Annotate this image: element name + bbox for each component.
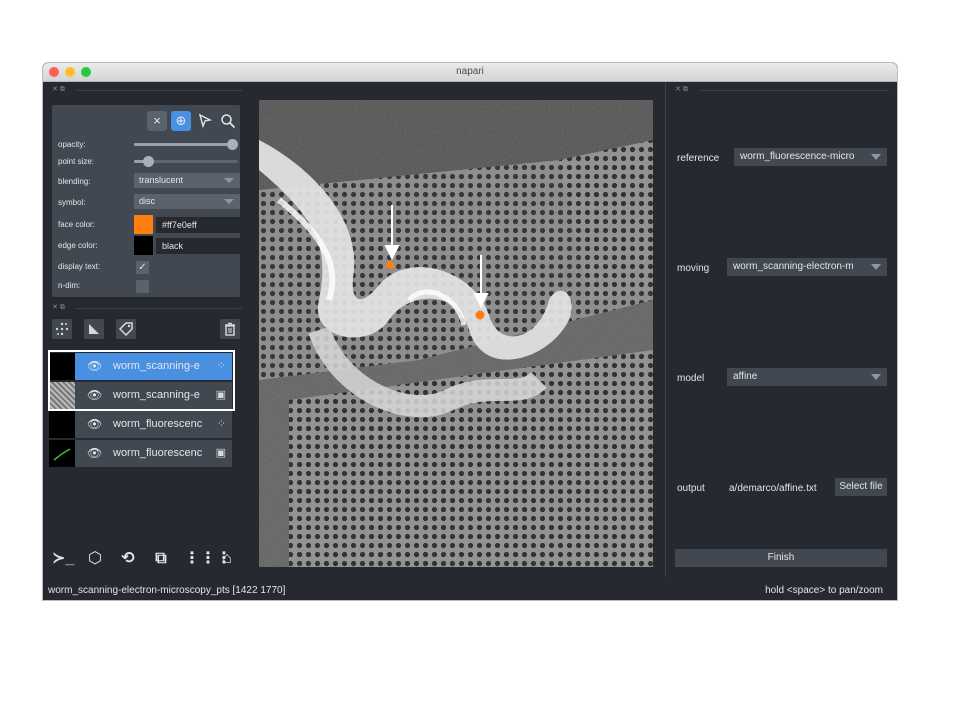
reference-value: worm_fluorescence-micro [740, 151, 855, 162]
blending-select[interactable]: translucent [134, 173, 240, 188]
layer-controls-dock-bar[interactable]: ✕ ⧉ [52, 85, 242, 95]
trash-icon [225, 322, 235, 336]
status-bar: worm_scanning-electron-microscopy_pts [1… [43, 582, 897, 600]
point-size-slider[interactable] [134, 156, 238, 167]
opacity-label: opacity: [58, 140, 86, 149]
point-size-label: point size: [58, 157, 95, 166]
symbol-select[interactable]: disc [134, 194, 240, 209]
select-points-icon[interactable] [195, 111, 215, 131]
home-button[interactable]: ⌂ [217, 549, 237, 569]
ndim-checkbox[interactable] [136, 280, 149, 293]
output-label: output [677, 483, 705, 494]
face-color-label: face color: [58, 220, 95, 229]
layer-row[interactable]: 👁 worm_fluorescenc ⁘ [49, 411, 232, 438]
zoom-pan-icon[interactable] [218, 111, 238, 131]
transpose-icon: ⧉ [155, 550, 167, 567]
new-shapes-layer-button[interactable] [84, 319, 104, 339]
layer-thumbnail [49, 411, 75, 438]
chevron-down-icon [224, 178, 234, 183]
reference-label: reference [677, 153, 720, 164]
image-layer-icon: ▣ [215, 447, 226, 459]
finish-button[interactable]: Finish [675, 549, 887, 567]
opacity-slider-handle[interactable] [227, 139, 238, 150]
console-button[interactable]: ≻_ [52, 549, 75, 569]
ndim-label: n-dim: [58, 281, 81, 290]
model-value: affine [733, 371, 758, 382]
moving-select[interactable]: worm_scanning-electron-m [727, 258, 887, 276]
window-title: napari [456, 66, 484, 77]
ndisplay-button[interactable]: ⬡ [85, 549, 105, 569]
chevron-down-icon [871, 264, 881, 270]
new-points-layer-button[interactable] [52, 319, 72, 339]
blending-label: blending: [58, 177, 91, 186]
display-text-label: display text: [58, 262, 101, 271]
close-icon[interactable]: ✕ [52, 304, 58, 311]
visibility-eye-icon[interactable]: 👁 [87, 417, 102, 431]
delete-points-icon[interactable]: × [147, 111, 167, 131]
chevron-down-icon [871, 374, 881, 380]
napari-window: napari ✕ ⧉ × ⊕ opacity: point size: blen… [43, 63, 897, 600]
layer-list-dock-bar[interactable]: ✕ ⧉ [52, 303, 242, 313]
blending-value: translucent [139, 175, 184, 185]
edge-color-label: edge color: [58, 241, 98, 250]
ndisplay-icon: ⬡ [88, 550, 102, 567]
grid-view-button[interactable]: ⋮⋮⋮ [184, 549, 232, 569]
moving-label: moving [677, 263, 710, 274]
layer-name: worm_fluorescenc [113, 418, 203, 430]
face-color-swatch[interactable] [134, 215, 153, 234]
model-label: model [677, 373, 705, 384]
home-icon: ⌂ [222, 550, 232, 567]
labels-icon [118, 322, 133, 337]
edge-color-field[interactable]: black [156, 238, 240, 254]
moving-value: worm_scanning-electron-m [733, 261, 854, 272]
select-file-button[interactable]: Select file [835, 478, 887, 496]
layer-thumbnail [49, 440, 75, 467]
delete-layer-button[interactable] [220, 319, 240, 339]
symbol-value: disc [139, 196, 156, 206]
float-icon[interactable]: ⧉ [60, 304, 65, 311]
status-message: worm_scanning-electron-microscopy_pts [1… [48, 585, 286, 596]
title-bar: napari [43, 63, 897, 82]
close-icon[interactable]: ✕ [52, 86, 58, 93]
point-marker[interactable] [475, 310, 485, 320]
points-icon [55, 322, 69, 336]
new-labels-layer-button[interactable] [116, 319, 136, 339]
add-points-icon[interactable]: ⊕ [171, 111, 191, 131]
transpose-dims-button[interactable]: ⧉ [151, 549, 171, 569]
float-icon[interactable]: ⧉ [60, 86, 65, 93]
affinder-widget: reference worm_fluorescence-micro moving… [665, 83, 897, 577]
points-layer-icon: ⁘ [216, 418, 226, 430]
display-text-checkbox[interactable]: ✓ [136, 261, 149, 274]
viewer-canvas[interactable] [259, 100, 653, 567]
status-hint: hold <space> to pan/zoom [765, 585, 883, 596]
roll-dims-button[interactable]: ⟲ [118, 549, 138, 569]
chevron-down-icon [871, 154, 881, 160]
microscopy-image [259, 100, 653, 567]
layer-name: worm_fluorescenc [113, 447, 203, 459]
console-icon: ≻_ [52, 550, 75, 567]
roll-icon: ⟲ [121, 550, 135, 567]
opacity-slider[interactable] [134, 139, 238, 150]
chevron-down-icon [224, 199, 234, 204]
visibility-eye-icon[interactable]: 👁 [87, 446, 102, 460]
shapes-icon [89, 324, 99, 334]
point-marker[interactable] [386, 261, 394, 269]
selection-highlight-box [48, 350, 235, 411]
reference-select[interactable]: worm_fluorescence-micro [734, 148, 887, 166]
face-color-field[interactable]: #ff7e0eff [156, 217, 240, 233]
layer-row[interactable]: 👁 worm_fluorescenc ▣ [49, 440, 232, 467]
output-path: a/demarco/affine.txt [729, 483, 817, 494]
point-size-slider-handle[interactable] [143, 156, 155, 167]
edge-color-swatch[interactable] [134, 236, 153, 255]
layer-controls-panel: × ⊕ opacity: point size: blending: trans… [52, 105, 240, 297]
symbol-label: symbol: [58, 198, 86, 207]
model-select[interactable]: affine [727, 368, 887, 386]
